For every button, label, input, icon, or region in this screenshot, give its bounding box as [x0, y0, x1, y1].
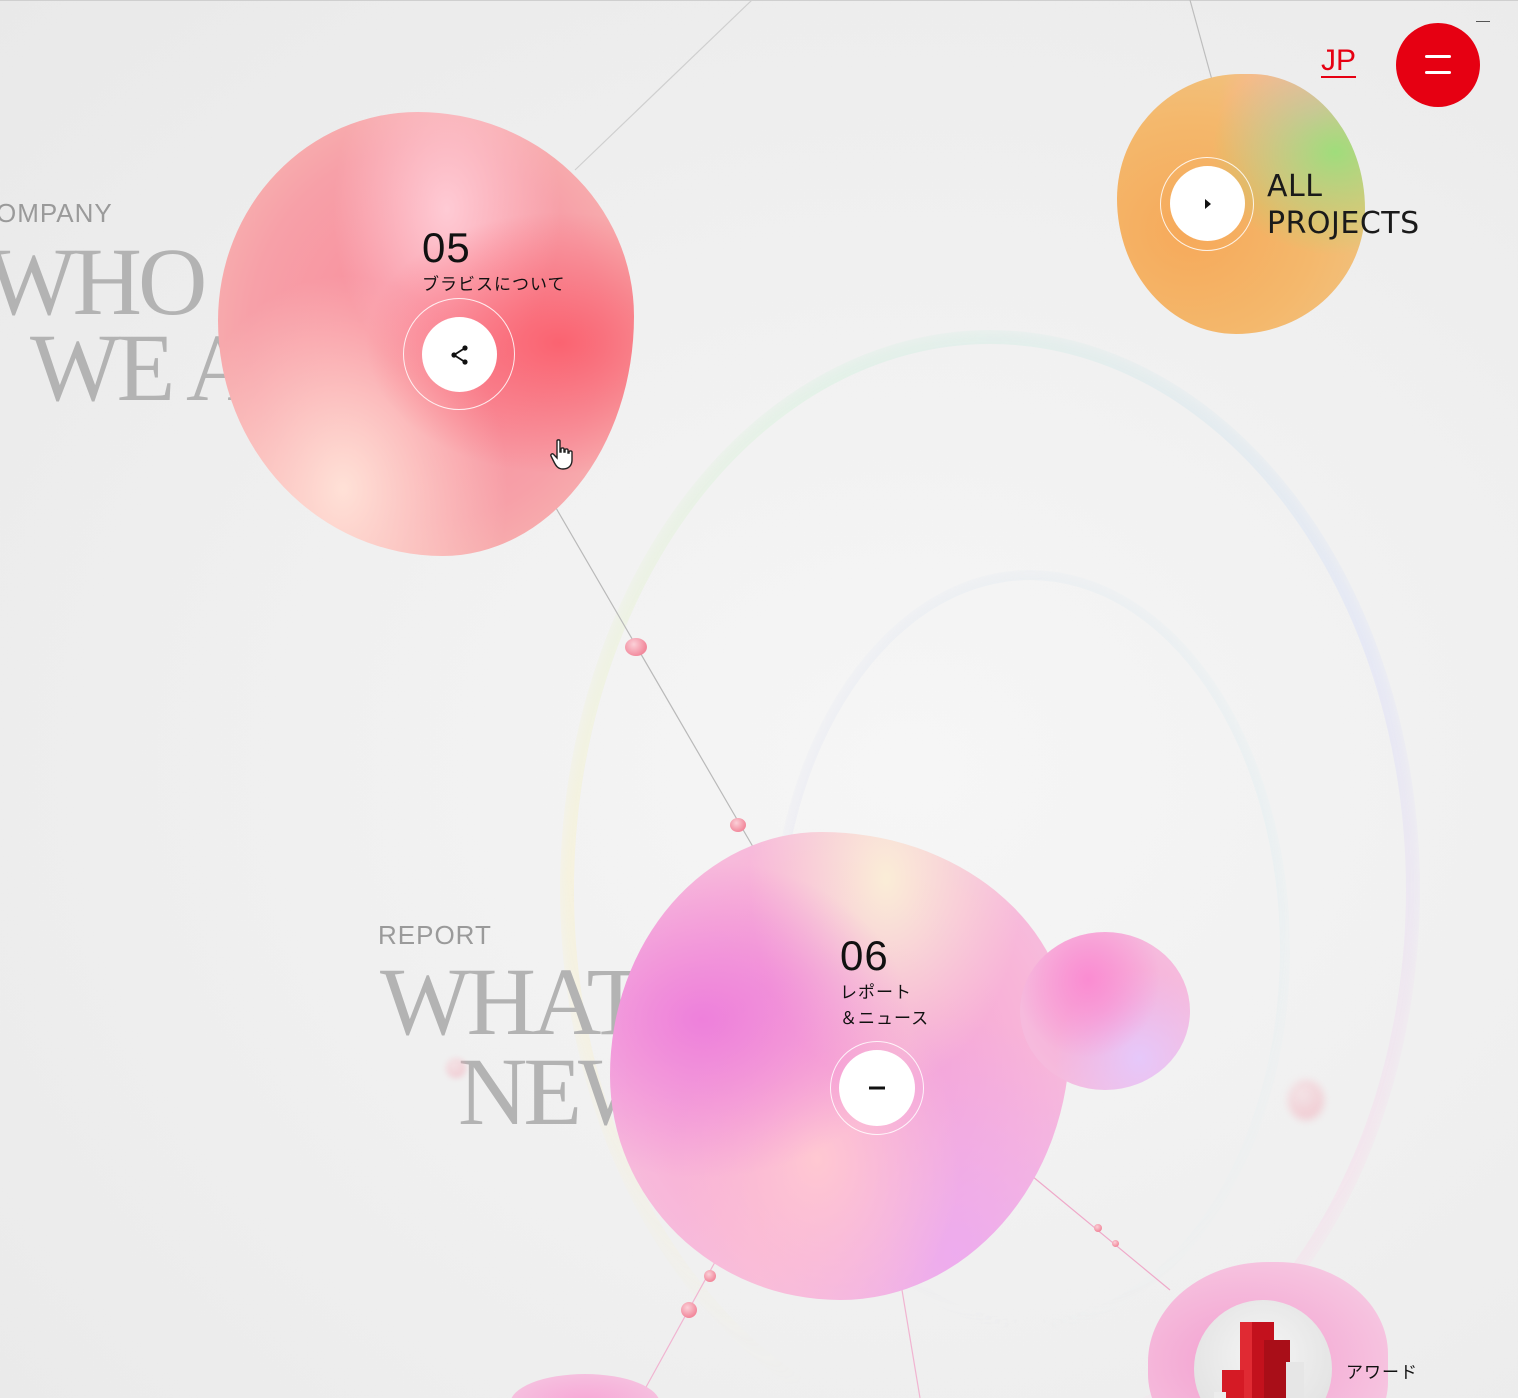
minus-icon — [869, 1086, 885, 1090]
bubble-06-label-line2: ＆ニュース — [840, 1009, 930, 1029]
window-minimize-mark — [1476, 21, 1490, 22]
award-label: アワード — [1346, 1363, 1418, 1383]
droplet-decoration — [625, 638, 647, 656]
all-projects-link[interactable]: ALL PROJECTS — [1267, 168, 1420, 242]
share-icon — [450, 344, 468, 365]
droplet-decoration — [730, 818, 746, 832]
small-bubble-decoration — [1020, 932, 1190, 1090]
bubble-06-number: 06 — [840, 932, 889, 979]
droplet-decoration — [681, 1302, 697, 1318]
bubble-05-label: ブラビスについて — [422, 275, 566, 295]
all-projects-line1: ALL — [1267, 169, 1323, 204]
collapse-button[interactable] — [839, 1050, 915, 1126]
droplet-decoration — [446, 1058, 466, 1078]
bubble-05-number: 05 — [422, 224, 471, 271]
droplet-decoration — [704, 1270, 716, 1282]
droplet-decoration — [1288, 1080, 1324, 1120]
hand-pointer-cursor-icon — [550, 439, 573, 470]
chevron-right-icon — [1204, 198, 1211, 209]
language-switch-link[interactable]: JP — [1321, 44, 1356, 78]
all-projects-line2: PROJECTS — [1267, 206, 1420, 241]
section-company-eyebrow: OMPANY — [0, 198, 113, 228]
hamburger-icon-bar-bottom — [1425, 71, 1451, 74]
all-projects-button[interactable] — [1170, 166, 1245, 241]
hamburger-icon-bar-top — [1425, 55, 1451, 58]
menu-button[interactable] — [1396, 23, 1480, 107]
share-button[interactable] — [422, 317, 497, 392]
droplet-decoration — [1094, 1224, 1102, 1232]
section-report-title-line1: WHAT — [380, 948, 645, 1055]
bubble-06-label-line1: レポート — [840, 983, 912, 1003]
section-report-eyebrow: REPORT — [378, 920, 492, 950]
droplet-decoration — [1112, 1240, 1119, 1247]
